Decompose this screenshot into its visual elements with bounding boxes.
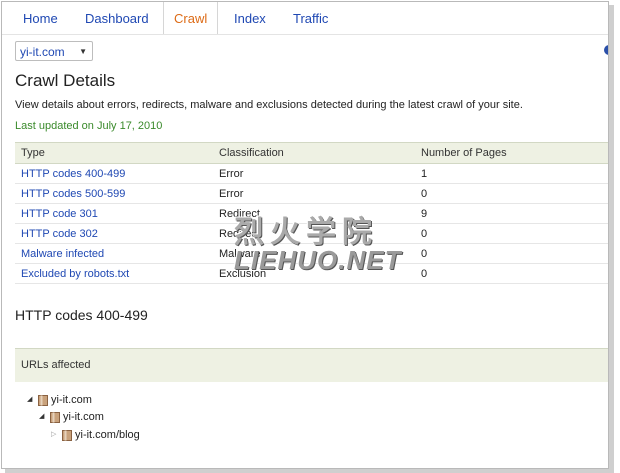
- chevron-down-icon: ▼: [79, 47, 87, 56]
- row-type-link[interactable]: HTTP codes 500-599: [21, 184, 125, 204]
- table-row: HTTP code 302 Redirect 0: [15, 224, 608, 244]
- last-updated-text: Last updated on July 17, 2010: [15, 120, 163, 132]
- table-row: Excluded by robots.txt Exclusion 0: [15, 264, 608, 284]
- site-selector-value: yi-it.com: [20, 45, 65, 59]
- site-selector[interactable]: yi-it.com ▼: [15, 41, 93, 61]
- row-pages: 1: [421, 168, 428, 180]
- triangle-down-icon[interactable]: ◢: [27, 393, 36, 407]
- row-classification: Malware: [219, 248, 261, 260]
- triangle-down-icon[interactable]: ◢: [39, 410, 48, 424]
- triangle-right-icon[interactable]: ▷: [51, 428, 60, 442]
- page-title: Crawl Details: [15, 71, 116, 90]
- tree-node[interactable]: ▷ yi-it.com/blog: [51, 428, 140, 442]
- header-classification[interactable]: Classification: [219, 143, 284, 163]
- table-row: HTTP codes 500-599 Error 0: [15, 184, 608, 204]
- tab-crawl[interactable]: Crawl: [163, 2, 219, 34]
- page-description: View details about errors, redirects, ma…: [15, 99, 523, 111]
- row-classification: Error: [219, 168, 244, 180]
- urls-affected-header: URLs affected: [15, 349, 608, 382]
- tree-node-label[interactable]: yi-it.com: [63, 411, 104, 423]
- row-pages: 0: [421, 248, 428, 260]
- row-type-link[interactable]: HTTP codes 400-499: [21, 164, 125, 184]
- crawl-details-table: Type Classification Number of Pages HTTP…: [15, 142, 608, 284]
- tree-node-label[interactable]: yi-it.com/blog: [75, 429, 140, 441]
- tree-node-label[interactable]: yi-it.com: [51, 394, 92, 406]
- row-type-link[interactable]: HTTP code 302: [21, 224, 98, 244]
- tab-index[interactable]: Index: [234, 2, 266, 34]
- table-row: Malware infected Malware 0: [15, 244, 608, 264]
- frame-shadow-bottom: [5, 469, 614, 473]
- frame-shadow-right: [609, 5, 614, 470]
- row-classification: Redirect: [219, 208, 260, 220]
- webmaster-tools-window: Home Dashboard Crawl Index Traffic yi-it…: [1, 1, 609, 469]
- row-pages: 0: [421, 268, 428, 280]
- tab-dashboard[interactable]: Dashboard: [85, 2, 149, 34]
- row-type-link[interactable]: Malware infected: [21, 244, 104, 264]
- row-type-link[interactable]: HTTP code 301: [21, 204, 98, 224]
- main-tabs: Home Dashboard Crawl Index Traffic: [2, 2, 608, 35]
- tree-node[interactable]: ◢ yi-it.com: [39, 410, 104, 424]
- row-pages: 0: [421, 228, 428, 240]
- tabs-divider: [2, 34, 608, 35]
- row-type-link[interactable]: Excluded by robots.txt: [21, 264, 129, 284]
- row-classification: Error: [219, 188, 244, 200]
- table-row: HTTP codes 400-499 Error 1: [15, 164, 608, 184]
- row-pages: 9: [421, 208, 428, 220]
- table-row: HTTP code 301 Redirect 9: [15, 204, 608, 224]
- tab-traffic[interactable]: Traffic: [293, 2, 328, 34]
- tree-node[interactable]: ◢ yi-it.com: [27, 393, 92, 407]
- header-type[interactable]: Type: [21, 143, 45, 163]
- section-title: HTTP codes 400-499: [15, 307, 148, 323]
- urls-affected-panel: URLs affected ◢ yi-it.com ◢ yi-it.com ▷ yi-…: [15, 348, 608, 467]
- tab-home[interactable]: Home: [23, 2, 58, 34]
- row-classification: Redirect: [219, 228, 260, 240]
- table-header-row: Type Classification Number of Pages: [15, 143, 608, 164]
- folder-icon: [50, 411, 60, 423]
- header-number-of-pages[interactable]: Number of Pages: [421, 143, 507, 163]
- folder-icon: [62, 429, 72, 441]
- folder-icon: [38, 394, 48, 406]
- row-pages: 0: [421, 188, 428, 200]
- row-classification: Exclusion: [219, 268, 267, 280]
